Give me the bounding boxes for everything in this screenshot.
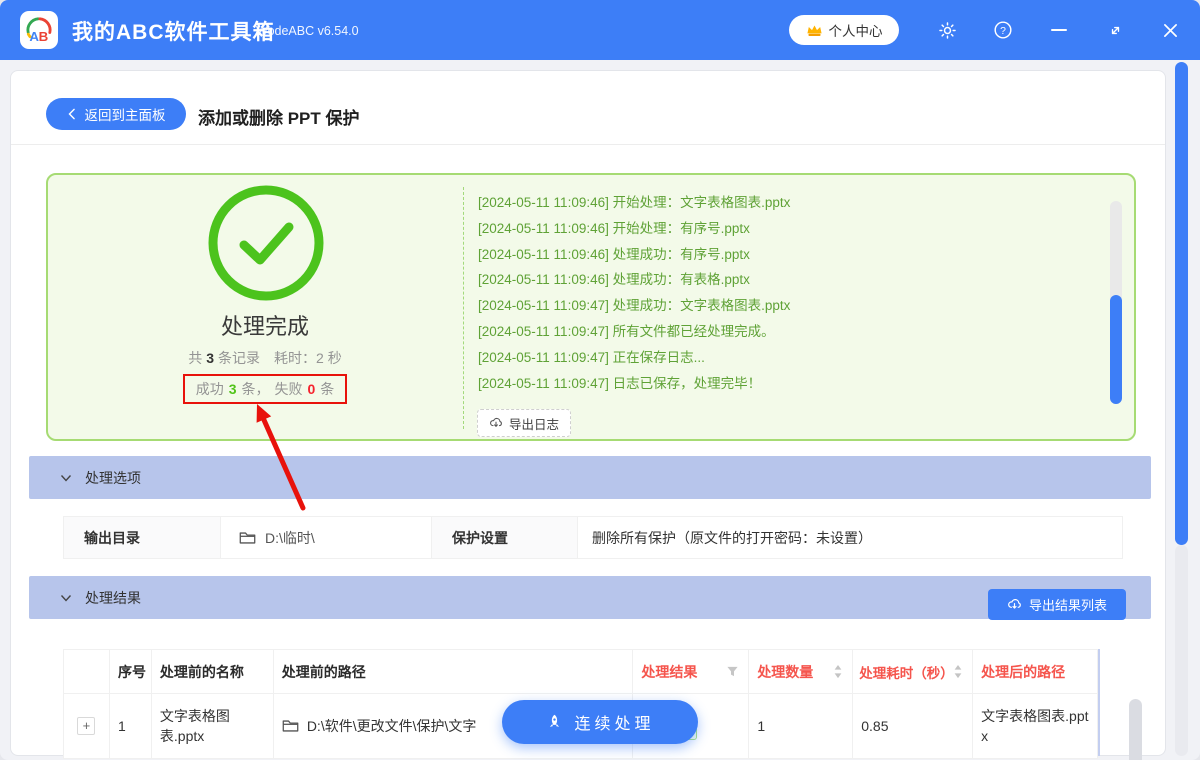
folder-icon <box>282 719 299 733</box>
filter-icon[interactable] <box>726 665 739 678</box>
fail-count: 0 <box>307 381 316 397</box>
log-line: [2024-05-11 11:09:47] 日志已保存，处理完毕！ <box>478 375 762 391</box>
crown-icon <box>806 23 823 38</box>
header-out-path: 处理后的路径 <box>973 650 1098 694</box>
app-version: WodeABC v6.54.0 <box>256 24 359 38</box>
settings-gear-icon[interactable] <box>935 18 959 42</box>
success-check-icon <box>206 183 326 308</box>
log-line: [2024-05-11 11:09:47] 处理成功：文字表格图表.pptx <box>478 298 791 314</box>
output-dir-value: D:\临时\ <box>220 517 432 558</box>
elapsed-cell: 0.85 <box>853 694 974 759</box>
folder-icon <box>239 531 256 545</box>
chevron-down-icon <box>60 472 72 484</box>
protection-settings-label: 保护设置 <box>432 517 577 558</box>
export-results-label: 导出结果列表 <box>1028 598 1107 613</box>
log-line: [2024-05-11 11:09:47] 正在保存日志... <box>478 349 705 365</box>
back-button-label: 返回到主面板 <box>84 108 166 123</box>
options-row: 输出目录 D:\临时\ 保护设置 删除所有保护（原文件的打开密码：未设置） <box>63 516 1123 559</box>
card-scrollbar-thumb[interactable] <box>1129 699 1142 760</box>
summary-line: 共 3 条记录 耗时：2 秒 <box>188 350 342 366</box>
success-fail-badge-annotation: 成功 3 条， 失败 0 条 <box>183 374 347 404</box>
protection-settings-value: 删除所有保护（原文件的打开密码：未设置） <box>577 517 1122 558</box>
header-elapsed[interactable]: 处理耗时（秒） <box>853 650 974 694</box>
table-fixed-column-divider <box>1098 649 1100 756</box>
log-line: [2024-05-11 11:09:46] 开始处理：有序号.pptx <box>478 220 750 236</box>
app-title: 我的ABC软件工具箱 <box>72 21 275 44</box>
elapsed-value: 2 秒 <box>316 350 342 366</box>
rocket-icon <box>545 713 564 732</box>
continue-processing-label: 连续处理 <box>574 716 655 733</box>
header-name: 处理前的名称 <box>151 650 274 694</box>
log-line: [2024-05-11 11:09:46] 处理成功：有表格.pptx <box>478 272 750 288</box>
index-cell: 1 <box>109 694 152 759</box>
main-panel: 返回到主面板 添加或删除 PPT 保护 处理完成 共 3 条记录 耗时：2 秒 成功 3… <box>10 70 1166 760</box>
minimize-icon[interactable] <box>1047 18 1071 42</box>
result-summary-panel: 处理完成 共 3 条记录 耗时：2 秒 成功 3 条， 失败 0 条 [2024-05-11 1… <box>46 173 1136 441</box>
log-scrollbar-thumb[interactable] <box>1110 295 1122 404</box>
chevron-down-icon <box>60 592 72 604</box>
section-title: 处理结果 <box>85 589 141 606</box>
cloud-download-icon <box>1007 597 1022 612</box>
window-scrollbar-thumb[interactable] <box>1175 62 1188 545</box>
export-results-button[interactable]: 导出结果列表 <box>988 589 1126 620</box>
out-path-cell: 文字表格图表.pptx <box>973 694 1099 759</box>
continue-processing-button[interactable]: 连续处理 <box>502 700 698 744</box>
log-divider <box>463 187 464 429</box>
section-process-results[interactable]: 处理结果 <box>29 576 1151 619</box>
app-window: A B 我的ABC软件工具箱 WodeABC v6.54.0 个人中心 ? 返回… <box>0 0 1200 760</box>
sort-icon[interactable] <box>833 664 843 679</box>
user-center-button[interactable]: 个人中心 <box>789 15 899 45</box>
sort-icon[interactable] <box>953 664 963 679</box>
expand-cell: + <box>64 694 110 759</box>
svg-text:?: ? <box>1000 26 1006 37</box>
section-title: 处理选项 <box>85 469 141 486</box>
log-line: [2024-05-11 11:09:46] 处理成功：有序号.pptx <box>478 246 750 262</box>
process-log: [2024-05-11 11:09:46] 开始处理：文字表格图表.pptx [… <box>478 190 1098 396</box>
header-path: 处理前的路径 <box>273 650 634 694</box>
user-center-label: 个人中心 <box>828 24 883 39</box>
titlebar: A B 我的ABC软件工具箱 WodeABC v6.54.0 个人中心 ? <box>0 0 1200 60</box>
header-expand <box>64 650 110 694</box>
success-count: 3 <box>228 381 237 397</box>
table-header-row: 序号 处理前的名称 处理前的路径 处理结果 处理数量 处理耗时（秒） 处理后的路… <box>64 650 1098 694</box>
log-line: [2024-05-11 11:09:46] 开始处理：文字表格图表.pptx <box>478 195 791 210</box>
cloud-download-icon <box>489 416 503 430</box>
help-icon[interactable]: ? <box>991 18 1015 42</box>
chevron-left-icon <box>67 108 77 120</box>
count-cell: 1 <box>749 694 854 759</box>
app-logo-icon: A B <box>20 11 58 49</box>
maximize-icon[interactable] <box>1103 18 1127 42</box>
header-index: 序号 <box>109 650 152 694</box>
page-title: 添加或删除 PPT 保护 <box>198 109 360 128</box>
back-to-dashboard-button[interactable]: 返回到主面板 <box>46 98 186 130</box>
header-count[interactable]: 处理数量 <box>749 650 854 694</box>
export-log-button[interactable]: 导出日志 <box>477 409 572 437</box>
expand-row-button[interactable]: + <box>77 717 96 735</box>
output-dir-label: 输出目录 <box>64 517 220 558</box>
header-divider <box>11 144 1165 145</box>
log-line: [2024-05-11 11:09:47] 所有文件都已经处理完成。 <box>478 323 775 339</box>
section-process-options[interactable]: 处理选项 <box>29 456 1151 499</box>
header-result[interactable]: 处理结果 <box>633 650 750 694</box>
name-cell: 文字表格图表.pptx <box>151 694 274 759</box>
total-count: 3 <box>206 350 215 366</box>
export-log-label: 导出日志 <box>509 417 560 432</box>
close-icon[interactable] <box>1158 18 1182 42</box>
window-scrollbar-track[interactable] <box>1175 545 1188 756</box>
status-title: 处理完成 <box>220 314 309 339</box>
svg-text:B: B <box>39 29 49 44</box>
